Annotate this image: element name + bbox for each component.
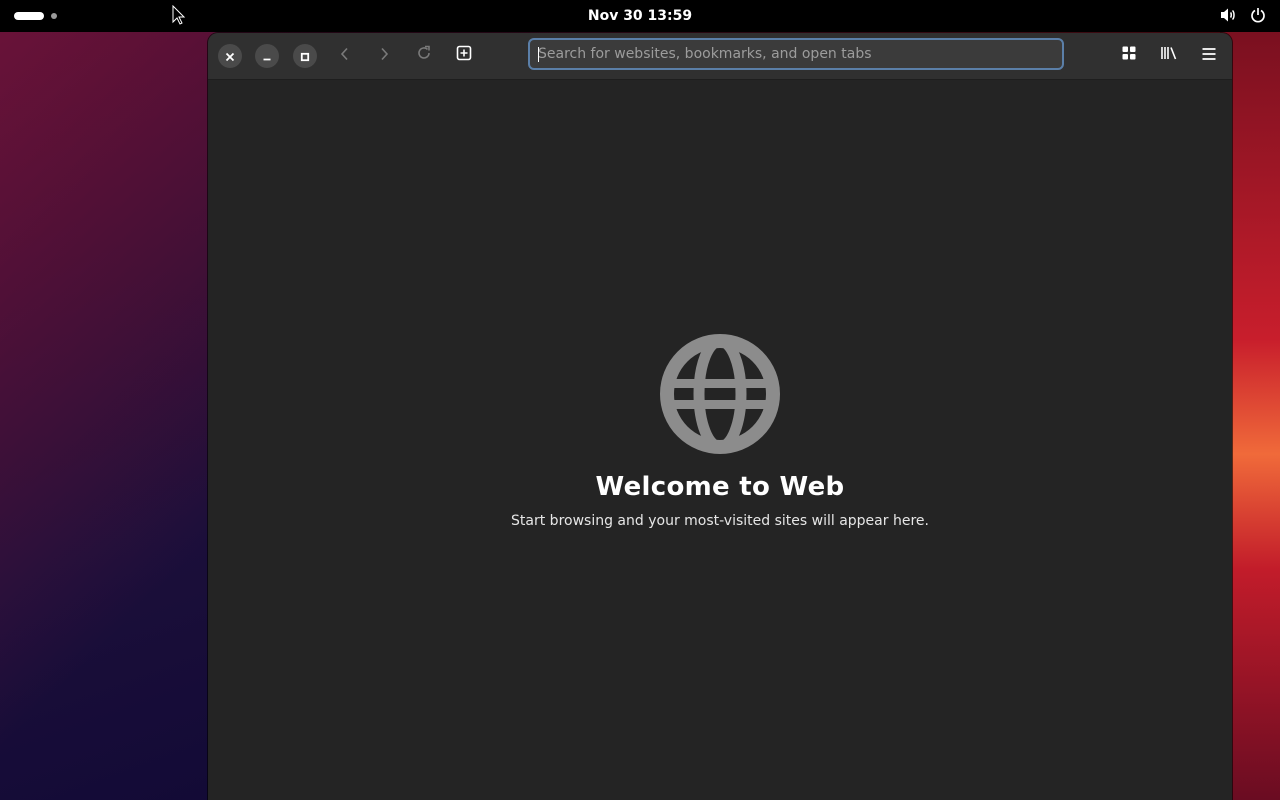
system-tray[interactable]: [1220, 7, 1266, 23]
header-bar: [208, 33, 1232, 80]
forward-button[interactable]: [369, 40, 399, 70]
minimize-icon: [262, 47, 272, 66]
tabs-overview-button[interactable]: [1114, 40, 1144, 70]
reload-button[interactable]: [409, 40, 439, 70]
close-window-button[interactable]: [218, 44, 242, 68]
chevron-left-icon: [339, 46, 351, 65]
back-button[interactable]: [330, 40, 360, 70]
globe-icon: [208, 334, 1232, 454]
close-icon: [225, 47, 235, 66]
top-bar: Nov 30 13:59: [0, 0, 1280, 32]
hamburger-menu-icon: [1201, 46, 1217, 65]
browser-window: Welcome to Web Start browsing and your m…: [208, 33, 1232, 800]
maximize-window-button[interactable]: [293, 44, 317, 68]
welcome-subtitle: Start browsing and your most-visited sit…: [511, 513, 929, 529]
library-button[interactable]: [1154, 40, 1184, 70]
url-search-bar[interactable]: [528, 38, 1064, 70]
maximize-icon: [300, 47, 310, 66]
library-icon: [1160, 45, 1178, 65]
welcome-page: Welcome to Web Start browsing and your m…: [208, 334, 1232, 529]
welcome-title: Welcome to Web: [595, 472, 845, 502]
grid-icon: [1121, 45, 1137, 65]
new-tab-button[interactable]: [449, 40, 479, 70]
browser-content: Welcome to Web Start browsing and your m…: [208, 80, 1232, 800]
speaker-icon[interactable]: [1220, 7, 1238, 23]
clock[interactable]: Nov 30 13:59: [0, 0, 1280, 32]
mouse-cursor-icon: [172, 4, 186, 29]
new-tab-icon: [456, 45, 472, 65]
main-menu-button[interactable]: [1194, 40, 1224, 70]
reload-icon: [416, 45, 432, 65]
text-caret: [538, 47, 539, 62]
power-icon[interactable]: [1250, 7, 1266, 23]
search-input[interactable]: [530, 46, 1062, 62]
chevron-right-icon: [378, 46, 390, 65]
minimize-window-button[interactable]: [255, 44, 279, 68]
